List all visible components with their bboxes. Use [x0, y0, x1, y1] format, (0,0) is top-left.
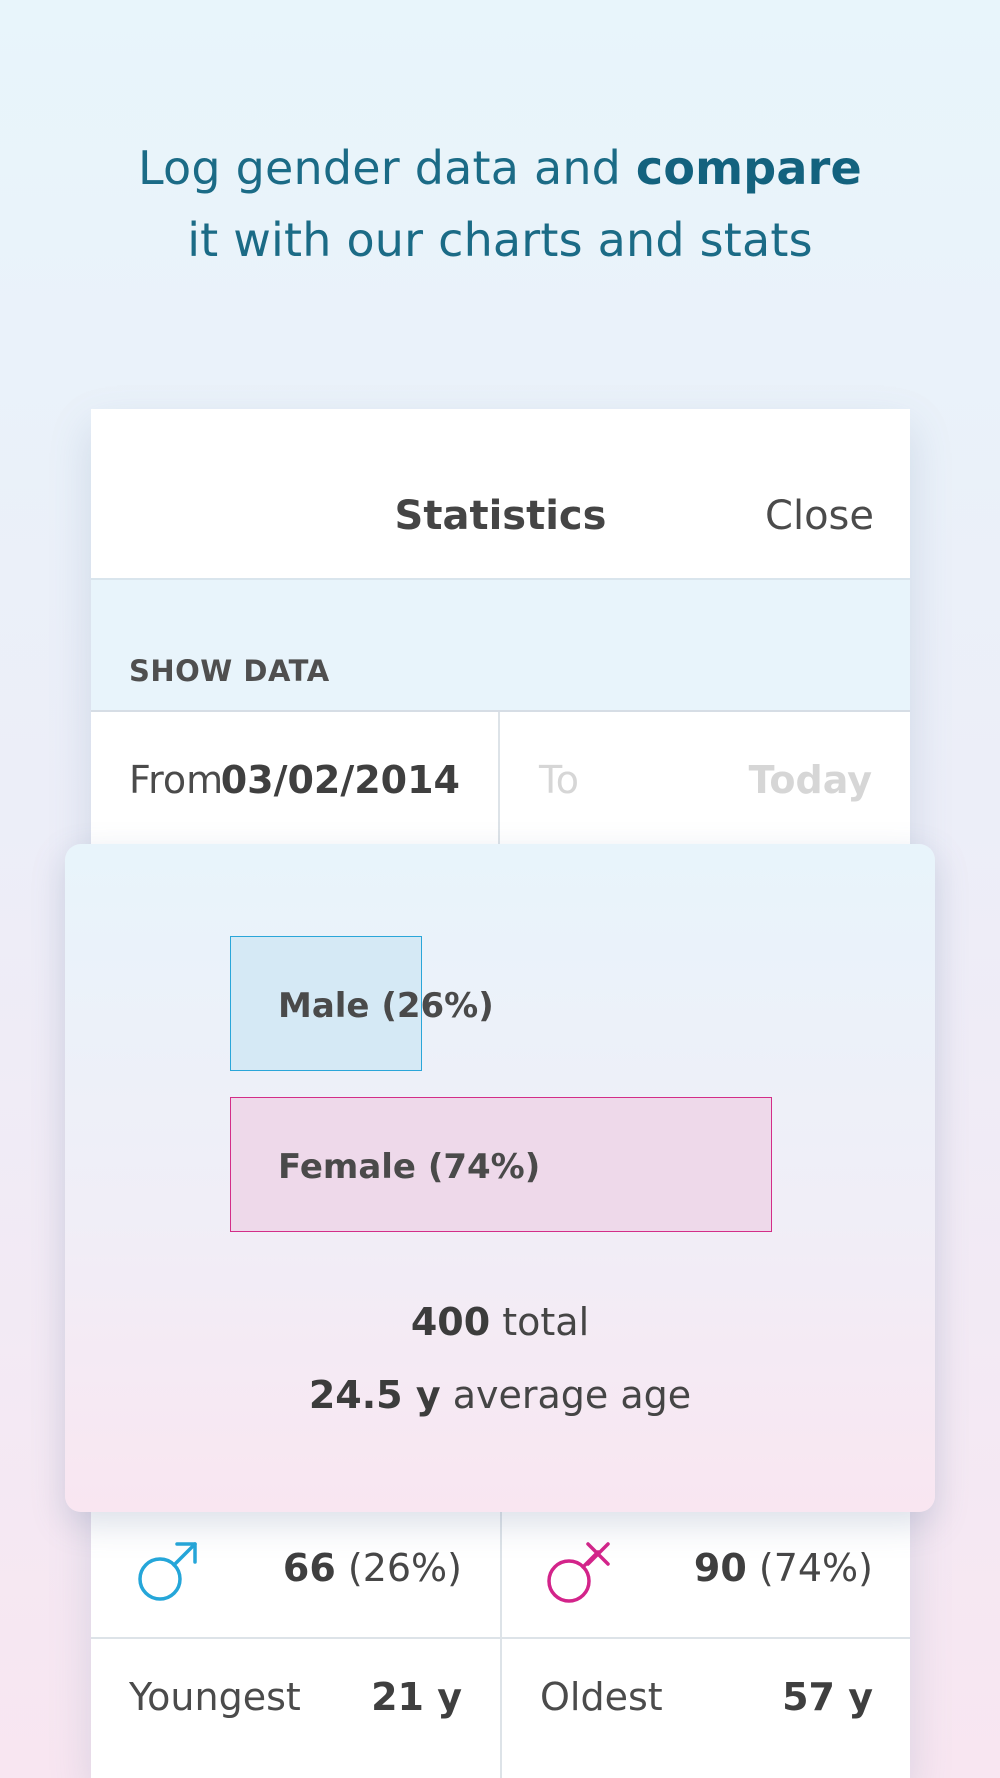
average-age-label: average age [440, 1373, 692, 1417]
youngest-label: Youngest [129, 1675, 301, 1719]
average-age-value: 24.5 y [308, 1373, 441, 1417]
headline: Log gender data and compare it with our … [0, 132, 1000, 276]
male-percent: (26%) [347, 1546, 462, 1590]
close-button[interactable]: Close [765, 493, 874, 539]
oldest-value: 57 y [782, 1675, 873, 1719]
headline-emphasis: compare [635, 141, 862, 195]
female-count-text: 90 (74%) [694, 1546, 873, 1590]
statistics-grid: 66 (26%) 90 (74%) Youngest 21 y Oldest 5… [91, 1506, 910, 1778]
average-age-summary: 24.5 y average age [0, 1373, 1000, 1417]
female-bar-label: Female (74%) [278, 1147, 541, 1187]
female-percent: (74%) [758, 1546, 873, 1590]
male-stat-cell: 66 (26%) [91, 1506, 500, 1636]
male-bar-label: Male (26%) [278, 986, 494, 1026]
youngest-stat-cell: Youngest 21 y [91, 1639, 500, 1769]
male-bar: Male (26%) [230, 936, 494, 1071]
from-date-field[interactable]: From 03/02/2014 [91, 712, 500, 850]
oldest-stat-cell: Oldest 57 y [502, 1639, 910, 1769]
headline-line-1: Log gender data and compare [0, 132, 1000, 204]
male-count-text: 66 (26%) [283, 1546, 462, 1590]
to-label: To [539, 758, 580, 802]
to-date-field[interactable]: To Today [501, 712, 910, 850]
male-icon [138, 1542, 197, 1601]
from-date-value: 03/02/2014 [220, 758, 460, 802]
from-label: From [129, 758, 224, 802]
headline-line-2: it with our charts and stats [187, 213, 813, 267]
male-count: 66 [282, 1546, 336, 1590]
date-range-row: From 03/02/2014 To Today [91, 710, 910, 850]
female-count: 90 [693, 1546, 747, 1590]
total-label: total [490, 1300, 590, 1344]
total-value: 400 [410, 1300, 491, 1344]
show-data-section: SHOW DATA [91, 580, 910, 710]
female-icon [547, 1542, 610, 1603]
show-data-label: SHOW DATA [129, 654, 330, 688]
oldest-label: Oldest [540, 1675, 663, 1719]
total-summary: 400 total [0, 1300, 1000, 1344]
female-bar: Female (74%) [230, 1097, 772, 1232]
youngest-value: 21 y [371, 1675, 462, 1719]
female-stat-cell: 90 (74%) [502, 1506, 910, 1636]
headline-prefix: Log gender data and [138, 141, 636, 195]
to-date-value: Today [748, 758, 872, 802]
